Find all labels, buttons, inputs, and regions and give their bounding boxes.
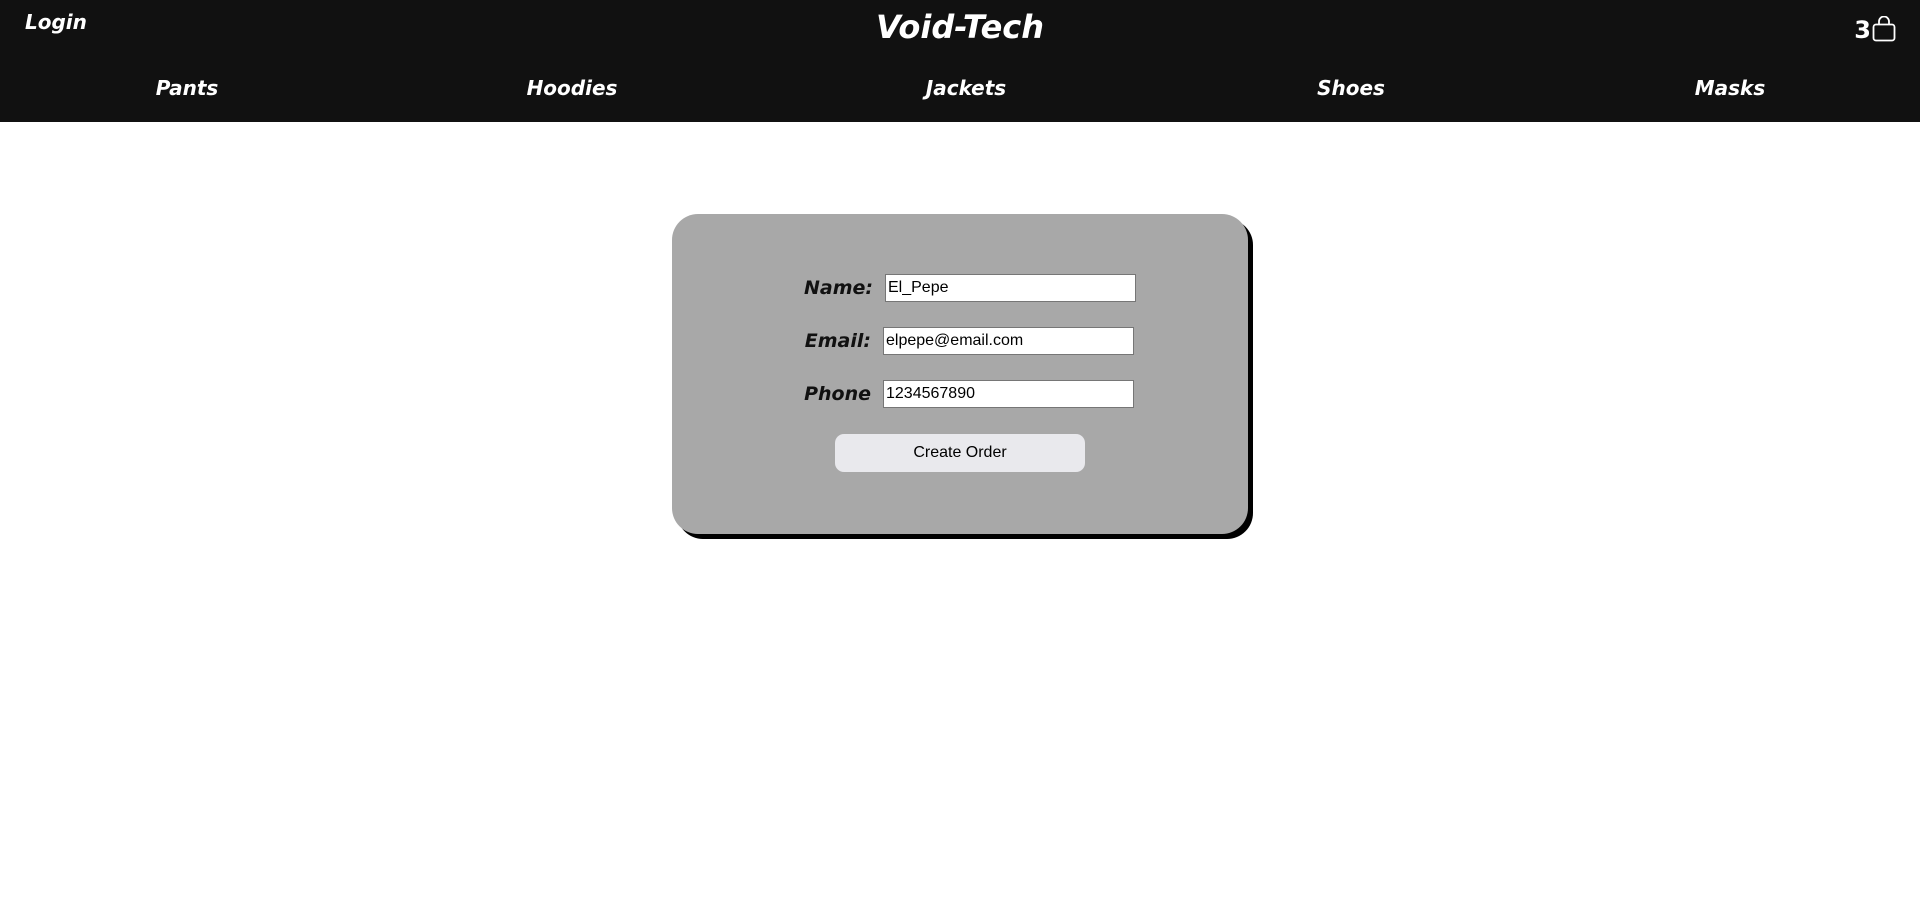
- brand-title: Void-Tech: [875, 8, 1045, 46]
- category-nav: Pants Hoodies Jackets Shoes Masks: [0, 76, 1920, 104]
- shopping-bag-icon: [1872, 15, 1896, 42]
- email-row: Email:: [799, 327, 1134, 355]
- phone-label: Phone: [804, 383, 871, 405]
- nav-item-masks[interactable]: Masks: [1630, 76, 1830, 100]
- nav-item-hoodies[interactable]: Hoodies: [472, 76, 672, 100]
- email-label: Email:: [804, 330, 871, 352]
- name-label: Name:: [803, 277, 873, 299]
- cart-count-badge: 3: [1854, 16, 1871, 44]
- phone-row: Phone: [799, 380, 1134, 408]
- nav-item-shoes[interactable]: Shoes: [1251, 76, 1451, 100]
- create-order-button[interactable]: Create Order: [835, 434, 1085, 472]
- name-row: Name:: [799, 274, 1136, 302]
- name-input[interactable]: [885, 274, 1136, 302]
- site-header: Login Void-Tech 3 Pants Hoodies Jackets …: [0, 0, 1920, 122]
- email-input[interactable]: [883, 327, 1134, 355]
- nav-item-pants[interactable]: Pants: [87, 76, 287, 100]
- order-form-card: Name: Email: Phone Create Order: [672, 214, 1248, 534]
- nav-item-jackets[interactable]: Jackets: [866, 76, 1066, 100]
- cart-button[interactable]: 3: [1854, 15, 1896, 44]
- phone-input[interactable]: [883, 380, 1134, 408]
